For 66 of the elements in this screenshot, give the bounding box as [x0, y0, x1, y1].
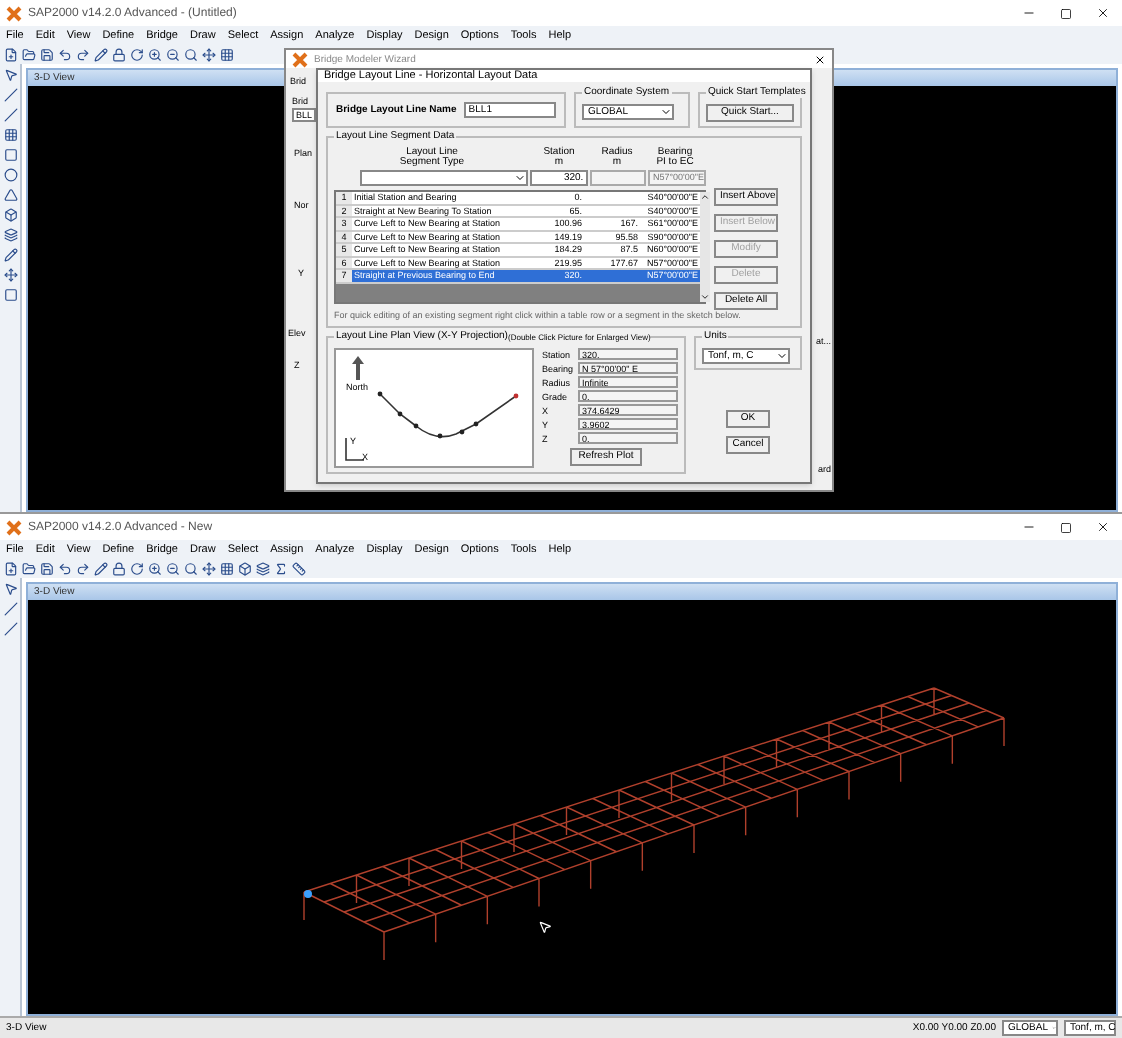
zoom-in-icon[interactable] — [148, 47, 162, 61]
refresh-icon[interactable] — [130, 561, 144, 575]
app-logo-icon — [6, 519, 22, 535]
zoom-out-icon[interactable] — [166, 561, 180, 575]
north-arrow-icon — [352, 356, 364, 380]
dropdown[interactable] — [360, 170, 528, 186]
lock-icon[interactable] — [112, 561, 126, 575]
axis-icon — [344, 438, 364, 462]
grid-icon[interactable] — [3, 128, 17, 142]
line-icon[interactable] — [3, 622, 17, 636]
lock-icon[interactable] — [112, 47, 126, 61]
zoom-in-icon[interactable] — [148, 561, 162, 575]
minimize-icon[interactable] — [1022, 520, 1036, 534]
new-file-icon[interactable] — [4, 561, 18, 575]
scroll-up-icon[interactable] — [700, 192, 710, 202]
search-icon[interactable] — [184, 561, 198, 575]
cube-icon[interactable] — [3, 208, 17, 222]
pointer-icon[interactable] — [3, 582, 17, 596]
new-file-icon[interactable] — [4, 47, 18, 61]
save-icon[interactable] — [40, 47, 54, 61]
redo-icon[interactable] — [76, 47, 90, 61]
sigma-icon[interactable] — [274, 561, 288, 575]
close-icon[interactable] — [1096, 6, 1110, 20]
minimize-icon[interactable] — [1022, 6, 1036, 20]
folder-icon[interactable] — [22, 47, 36, 61]
refresh-icon[interactable] — [130, 47, 144, 61]
close-icon[interactable] — [1096, 520, 1110, 534]
line-icon[interactable] — [3, 602, 17, 616]
square-icon[interactable] — [3, 288, 17, 302]
layers-icon[interactable] — [3, 228, 17, 242]
redo-icon[interactable] — [76, 561, 90, 575]
maximize-icon[interactable] — [1060, 7, 1072, 19]
pointer-icon[interactable] — [3, 68, 17, 82]
caret-icon — [514, 172, 526, 184]
ruler-icon[interactable] — [292, 561, 306, 575]
pencil-icon[interactable] — [94, 47, 108, 61]
move-icon[interactable] — [202, 561, 216, 575]
line-icon[interactable] — [3, 88, 17, 102]
move-icon[interactable] — [202, 47, 216, 61]
circle-icon[interactable] — [3, 168, 17, 182]
line-icon[interactable] — [3, 108, 17, 122]
triangle-icon[interactable] — [3, 188, 17, 202]
grid-icon[interactable] — [220, 561, 234, 575]
scrollbar[interactable] — [700, 192, 710, 302]
pencil-icon[interactable] — [3, 248, 17, 262]
layers-icon[interactable] — [256, 561, 270, 575]
undo-icon[interactable] — [58, 561, 72, 575]
move-icon[interactable] — [3, 268, 17, 282]
caret-icon — [776, 350, 788, 362]
grid-icon[interactable] — [220, 47, 234, 61]
undo-icon[interactable] — [58, 47, 72, 61]
square-icon[interactable] — [3, 148, 17, 162]
search-icon[interactable] — [184, 47, 198, 61]
app-logo-icon — [292, 51, 308, 67]
folder-icon[interactable] — [22, 561, 36, 575]
scroll-down-icon[interactable] — [700, 292, 710, 302]
maximize-icon[interactable] — [1060, 521, 1072, 533]
app-logo-icon — [6, 5, 22, 21]
close-icon[interactable] — [814, 53, 826, 65]
zoom-out-icon[interactable] — [166, 47, 180, 61]
cursor-icon — [538, 920, 552, 934]
pencil-icon[interactable] — [94, 561, 108, 575]
caret-icon — [660, 106, 672, 118]
save-icon[interactable] — [40, 561, 54, 575]
cube-icon[interactable] — [238, 561, 252, 575]
radius-field[interactable] — [589, 170, 647, 186]
